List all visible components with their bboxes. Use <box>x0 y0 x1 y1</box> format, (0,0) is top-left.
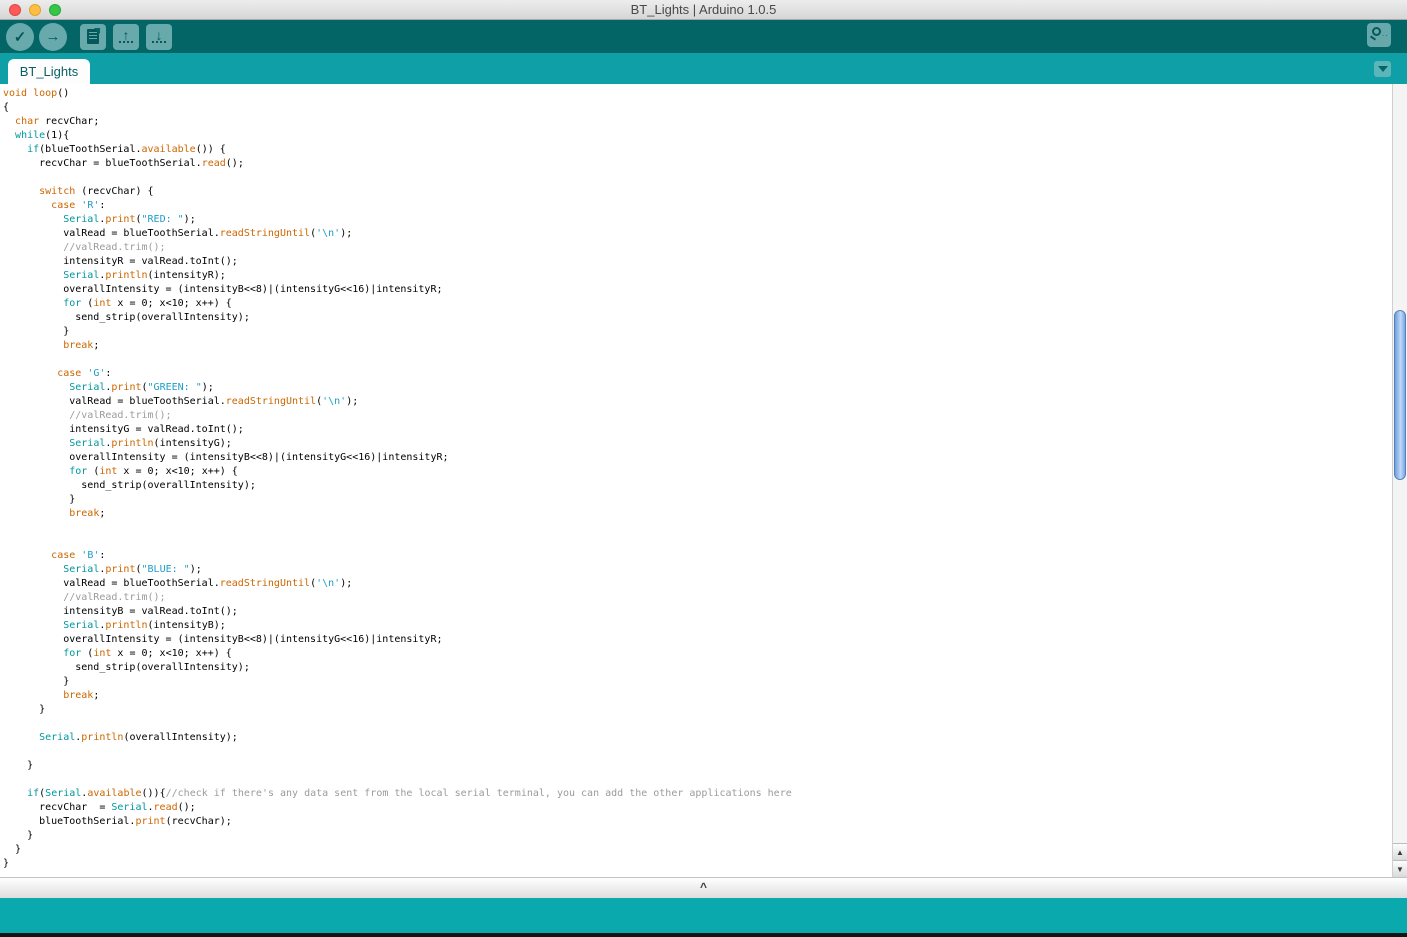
code-line: } <box>3 493 1392 507</box>
code-line: if(Serial.available()){//check if there'… <box>3 787 1392 801</box>
code-line: break; <box>3 689 1392 703</box>
code-line: } <box>3 829 1392 843</box>
window-title: BT_Lights | Arduino 1.0.5 <box>0 2 1407 17</box>
code-line: } <box>3 325 1392 339</box>
code-line: overallIntensity = (intensityB<<8)|(inte… <box>3 451 1392 465</box>
console-collapse-handle[interactable]: ^ <box>700 881 707 893</box>
up-arrow-icon: ↑ <box>119 30 133 43</box>
tab-bt-lights[interactable]: BT_Lights <box>8 59 90 84</box>
vertical-scrollbar[interactable]: ▲ ▼ <box>1392 84 1407 877</box>
code-line <box>3 353 1392 367</box>
code-line: for (int x = 0; x<10; x++) { <box>3 647 1392 661</box>
code-line: send_strip(overallIntensity); <box>3 479 1392 493</box>
code-line: intensityB = valRead.toInt(); <box>3 605 1392 619</box>
code-area[interactable]: void loop(){ char recvChar; while(1){ if… <box>0 84 1392 877</box>
code-line: break; <box>3 339 1392 353</box>
code-line: { <box>3 101 1392 115</box>
save-sketch-button[interactable]: ↓ <box>146 24 172 50</box>
code-line: intensityG = valRead.toInt(); <box>3 423 1392 437</box>
code-line: recvChar = blueToothSerial.read(); <box>3 157 1392 171</box>
chevron-down-icon <box>1378 66 1388 72</box>
code-line: blueToothSerial.print(recvChar); <box>3 815 1392 829</box>
code-line: valRead = blueToothSerial.readStringUnti… <box>3 577 1392 591</box>
new-sketch-button[interactable] <box>80 24 106 50</box>
open-sketch-button[interactable]: ↑ <box>113 24 139 50</box>
code-line: //valRead.trim(); <box>3 409 1392 423</box>
scroll-up-button[interactable]: ▲ <box>1393 843 1407 860</box>
code-line: send_strip(overallIntensity); <box>3 661 1392 675</box>
code-line: if(blueToothSerial.available()) { <box>3 143 1392 157</box>
code-line: //valRead.trim(); <box>3 591 1392 605</box>
code-line: Serial.print("RED: "); <box>3 213 1392 227</box>
code-line: overallIntensity = (intensityB<<8)|(inte… <box>3 283 1392 297</box>
code-line: valRead = blueToothSerial.readStringUnti… <box>3 395 1392 409</box>
code-line <box>3 521 1392 535</box>
code-line: char recvChar; <box>3 115 1392 129</box>
code-line <box>3 773 1392 787</box>
code-line: void loop() <box>3 87 1392 101</box>
title-bar: BT_Lights | Arduino 1.0.5 <box>0 0 1407 20</box>
tab-list-dropdown-button[interactable] <box>1374 61 1391 77</box>
triangle-down-icon: ▼ <box>1396 865 1404 874</box>
code-line: Serial.println(intensityB); <box>3 619 1392 633</box>
check-icon: ✓ <box>14 28 27 46</box>
code-line: Serial.print("BLUE: "); <box>3 563 1392 577</box>
code-line: switch (recvChar) { <box>3 185 1392 199</box>
scrollbar-thumb[interactable] <box>1394 310 1406 480</box>
code-line: recvChar = Serial.read(); <box>3 801 1392 815</box>
code-line: break; <box>3 507 1392 521</box>
verify-button[interactable]: ✓ <box>6 23 34 51</box>
upload-button[interactable]: → <box>39 23 67 51</box>
code-line: } <box>3 843 1392 857</box>
serial-monitor-button[interactable]: ·· <box>1367 23 1391 47</box>
toolbar: ✓ → ↑ ↓ ·· <box>0 20 1407 53</box>
code-line: while(1){ <box>3 129 1392 143</box>
code-line <box>3 535 1392 549</box>
document-icon <box>87 29 99 44</box>
triangle-up-icon: ▲ <box>1396 848 1404 857</box>
code-line: overallIntensity = (intensityB<<8)|(inte… <box>3 633 1392 647</box>
down-arrow-icon: ↓ <box>152 30 166 43</box>
code-line: Serial.println(overallIntensity); <box>3 731 1392 745</box>
code-line: case 'B': <box>3 549 1392 563</box>
code-line: intensityR = valRead.toInt(); <box>3 255 1392 269</box>
code-line: Serial.print("GREEN: "); <box>3 381 1392 395</box>
code-line: //valRead.trim(); <box>3 241 1392 255</box>
tab-label: BT_Lights <box>20 64 79 79</box>
scroll-down-button[interactable]: ▼ <box>1393 860 1407 877</box>
code-line: } <box>3 675 1392 689</box>
code-line <box>3 745 1392 759</box>
right-arrow-icon: → <box>46 28 61 45</box>
code-line: Serial.println(intensityR); <box>3 269 1392 283</box>
status-bar <box>0 933 1407 937</box>
code-line: } <box>3 759 1392 773</box>
status-strip: ^ <box>0 877 1407 898</box>
code-line: case 'R': <box>3 199 1392 213</box>
tab-bar: BT_Lights <box>0 53 1407 84</box>
code-line: for (int x = 0; x<10; x++) { <box>3 297 1392 311</box>
magnifier-icon <box>1372 27 1381 36</box>
code-line: valRead = blueToothSerial.readStringUnti… <box>3 227 1392 241</box>
scrollbar-arrows: ▲ ▼ <box>1393 843 1407 877</box>
code-line <box>3 717 1392 731</box>
console-output <box>0 898 1407 933</box>
editor-region: void loop(){ char recvChar; while(1){ if… <box>0 84 1407 877</box>
code-line: Serial.println(intensityG); <box>3 437 1392 451</box>
code-line: for (int x = 0; x<10; x++) { <box>3 465 1392 479</box>
code-line: send_strip(overallIntensity); <box>3 311 1392 325</box>
code-line: } <box>3 857 1392 871</box>
code-line: } <box>3 703 1392 717</box>
code-line <box>3 171 1392 185</box>
code-line: case 'G': <box>3 367 1392 381</box>
